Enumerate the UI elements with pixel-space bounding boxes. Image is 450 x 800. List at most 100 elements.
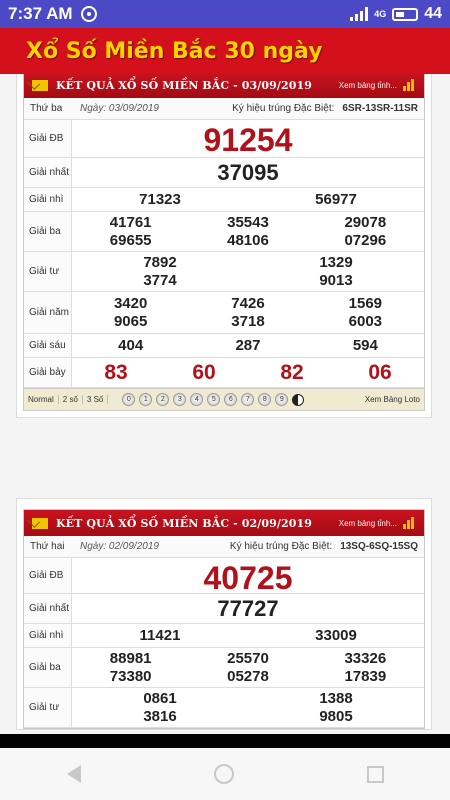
- prize-number: 91254: [203, 122, 293, 158]
- draw-date: Ngày: 03/09/2019: [80, 103, 159, 114]
- prize-number: 3816: [143, 707, 177, 725]
- prize-number: 41761: [109, 214, 152, 232]
- battery-icon: [392, 7, 419, 21]
- prize-row-g4: Giải tư 0861 1388 3816 9805: [24, 688, 424, 728]
- digit-9-button[interactable]: 9: [275, 393, 289, 406]
- prize-label: Giải nhất: [24, 158, 72, 187]
- prize-number: 9013: [319, 271, 353, 289]
- prize-number: 82: [280, 360, 304, 384]
- filter-3-digits[interactable]: 3 Số: [83, 395, 109, 404]
- digit-3-button[interactable]: 3: [173, 393, 187, 406]
- back-icon[interactable]: [66, 765, 81, 783]
- prize-row-g2: Giải nhì 11421 33009: [24, 624, 424, 648]
- symbol-label: Ký hiệu trúng Đặc Biệt:: [232, 103, 335, 114]
- prize-row-db: Giải ĐB 91254: [24, 120, 424, 158]
- prize-row-g7: Giải bảy 83 60 82 06: [24, 358, 424, 388]
- battery-percent: 44: [424, 5, 442, 22]
- symbol-label: Ký hiệu trúng Đặc Biệt:: [229, 541, 333, 552]
- prize-label: Giải ba: [24, 212, 72, 251]
- prize-label: Giải tư: [24, 252, 72, 291]
- draw-date: Ngày: 02/09/2019: [80, 541, 159, 552]
- prize-number: 48106: [227, 231, 269, 249]
- bar-chart-icon[interactable]: [403, 517, 416, 529]
- prize-row-g3: Giải ba 41761 35543 29078 69655 48106 07…: [24, 212, 424, 252]
- card-title: KẾT QUẢ XỔ SỐ MIỀN BẮC - 02/09/2019: [56, 516, 312, 530]
- status-bar: 7:37 AM 4G 44: [0, 0, 450, 28]
- prize-label: Giải ĐB: [24, 558, 72, 593]
- prize-number: 11421: [139, 627, 181, 644]
- prize-number: 25570: [227, 650, 269, 668]
- prize-number: 71323: [139, 191, 181, 208]
- prize-number: 35543: [227, 214, 269, 232]
- signal-icon: [350, 7, 369, 21]
- prize-number: 77727: [217, 596, 279, 621]
- prize-number: 9805: [319, 707, 353, 725]
- prize-number: 37095: [217, 160, 279, 185]
- prize-label: Giải bảy: [24, 358, 72, 387]
- prize-row-db: Giải ĐB 40725: [24, 558, 424, 596]
- prize-number: 07296: [344, 231, 387, 249]
- digit-6-button[interactable]: 6: [224, 393, 238, 406]
- results-list[interactable]: KẾT QUẢ XỔ SỐ MIỀN BẮC - 03/09/2019 Xem …: [0, 74, 450, 734]
- digit-5-button[interactable]: 5: [207, 393, 221, 406]
- prize-number: 88981: [109, 650, 152, 668]
- digit-7-button[interactable]: 7: [241, 393, 255, 406]
- prize-number: 73380: [109, 667, 152, 685]
- prize-row-g6: Giải sáu 404 287 594: [24, 334, 424, 358]
- card-title: KẾT QUẢ XỔ SỐ MIỀN BẮC - 03/09/2019: [56, 78, 312, 92]
- prize-label: Giải nhất: [24, 594, 72, 623]
- prize-label: Giải nhì: [24, 624, 72, 647]
- prize-number: 05278: [227, 667, 269, 685]
- digit-2-button[interactable]: 2: [156, 393, 170, 406]
- prize-number: 06: [368, 360, 392, 384]
- result-card: KẾT QUẢ XỔ SỐ MIỀN BẮC - 03/09/2019 Xem …: [16, 74, 432, 418]
- special-symbol: 6SR-13SR-11SR: [342, 103, 418, 114]
- prize-label: Giải ĐB: [24, 120, 72, 157]
- envelope-icon: [32, 79, 48, 91]
- prize-number: 33326: [344, 650, 387, 668]
- prize-row-g4: Giải tư 7892 1329 3774 9013: [24, 252, 424, 292]
- prize-number: 40725: [203, 560, 293, 596]
- prize-row-g1: Giải nhất 37095: [24, 158, 424, 188]
- digit-8-button[interactable]: 8: [258, 393, 272, 406]
- day-of-week: Thứ ba: [30, 103, 63, 114]
- prize-number: 3718: [231, 313, 265, 331]
- filter-2-digits[interactable]: 2 số: [59, 395, 83, 404]
- view-province-table-link[interactable]: Xem bảng tỉnh...: [339, 519, 397, 528]
- system-nav-bar: [0, 748, 450, 800]
- envelope-icon: [32, 517, 48, 529]
- bar-chart-icon[interactable]: [403, 79, 416, 91]
- prize-number: 56977: [315, 191, 357, 208]
- draw-info-row: Thứ ba Ngày: 03/09/2019 Ký hiệu trúng Đặ…: [24, 98, 424, 120]
- card-header: KẾT QUẢ XỔ SỐ MIỀN BẮC - 03/09/2019 Xem …: [24, 74, 424, 98]
- prize-number: 33009: [315, 627, 357, 644]
- prize-label: Giải năm: [24, 292, 72, 333]
- prize-number: 69655: [109, 231, 152, 249]
- prize-row-g3: Giải ba 88981 25570 33326 73380 05278 17…: [24, 648, 424, 688]
- prize-number: 0861: [143, 690, 177, 708]
- prize-number: 287: [235, 337, 261, 354]
- digit-0-button[interactable]: 0: [122, 393, 136, 406]
- view-province-table-link[interactable]: Xem bảng tỉnh...: [339, 81, 397, 90]
- recent-apps-icon[interactable]: [366, 765, 384, 783]
- prize-number: 29078: [344, 214, 387, 232]
- prize-number: 7426: [231, 294, 265, 312]
- prize-number: 1569: [348, 294, 383, 312]
- prize-number: 17839: [344, 667, 387, 685]
- view-loto-link[interactable]: Xem Bảng Loto: [365, 395, 424, 404]
- digit-1-button[interactable]: 1: [139, 393, 153, 406]
- digit-filter-group: 0 1 2 3 4 5 6 7 8 9: [122, 393, 289, 406]
- prize-number: 594: [352, 337, 378, 354]
- yin-yang-icon[interactable]: [292, 393, 305, 406]
- prize-number: 83: [104, 360, 128, 384]
- home-icon[interactable]: [213, 764, 234, 784]
- prize-number: 1329: [319, 254, 353, 272]
- screen-divider: [0, 734, 450, 748]
- digit-4-button[interactable]: 4: [190, 393, 204, 406]
- prize-label: Giải sáu: [24, 334, 72, 357]
- prize-number: 60: [192, 360, 216, 384]
- prize-label: Giải tư: [24, 688, 72, 727]
- prize-number: 7892: [143, 254, 177, 272]
- prize-number: 404: [118, 337, 144, 354]
- filter-normal[interactable]: Normal: [24, 395, 59, 404]
